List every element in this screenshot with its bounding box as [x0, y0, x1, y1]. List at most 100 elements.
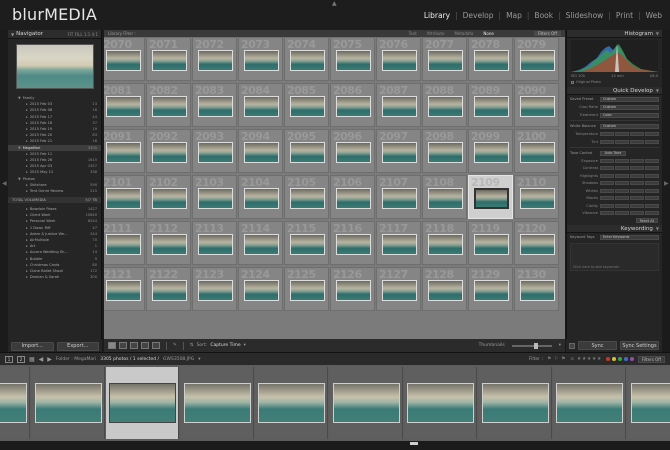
grid-cell[interactable]: 2123 — [192, 267, 237, 311]
grid-cell[interactable]: 2101 — [104, 175, 145, 219]
navigator-zoom-options[interactable]: FIT FILL 1:1 4:1 — [67, 32, 98, 37]
photo-thumbnail[interactable] — [520, 188, 555, 209]
grid-cell-selected[interactable]: 2109 — [468, 175, 513, 219]
keywording-header[interactable]: Keywording ▼ — [567, 225, 662, 233]
module-web[interactable]: Web — [646, 11, 662, 20]
color-label-yellow-icon[interactable] — [611, 357, 616, 361]
grid-cell[interactable]: 2072 — [192, 37, 237, 81]
rating-filter-stars[interactable]: ≥ ★★★★★ — [570, 356, 602, 362]
white-balance-select[interactable]: Custom — [600, 123, 659, 129]
filmstrip-thumbnail[interactable] — [183, 383, 251, 423]
grid-icon[interactable]: ▦ — [29, 356, 35, 363]
filmstrip-cell[interactable] — [31, 367, 105, 439]
grid-cell[interactable]: 2083 — [192, 83, 237, 127]
photo-thumbnail[interactable] — [152, 234, 187, 255]
photo-thumbnail[interactable] — [198, 96, 233, 117]
photo-thumbnail[interactable] — [336, 50, 371, 71]
back-arrow-icon[interactable]: ◀ — [39, 356, 44, 363]
grid-cell[interactable]: 2129 — [468, 267, 513, 311]
filter-tab-attribute[interactable]: Attribute — [427, 31, 445, 36]
photo-thumbnail[interactable] — [244, 188, 279, 209]
sync-settings-button[interactable]: Sync Settings — [620, 341, 659, 350]
photo-thumbnail[interactable] — [152, 142, 187, 163]
photo-thumbnail[interactable] — [290, 188, 325, 209]
filmstrip-cell[interactable] — [255, 367, 328, 439]
filmstrip-cell[interactable] — [478, 367, 552, 439]
top-panel-toggle-icon[interactable]: ▲ — [332, 0, 337, 7]
tone-stepper-buttons[interactable] — [600, 196, 659, 201]
filmstrip-thumbnail[interactable] — [407, 383, 474, 423]
photo-thumbnail[interactable] — [382, 50, 417, 71]
grid-cell[interactable]: 2127 — [376, 267, 421, 311]
filter-tab-text[interactable]: Text — [409, 31, 417, 36]
folder-item[interactable]: ▸ Damian & Sarah 300 — [8, 274, 101, 280]
photo-thumbnail[interactable] — [336, 280, 371, 301]
grid-cell[interactable]: 2085 — [284, 83, 329, 127]
auto-tone-button[interactable]: Auto Tone — [600, 150, 626, 156]
color-label-green-icon[interactable] — [617, 357, 622, 361]
disclosure-triangle-icon[interactable]: ▸ — [26, 238, 28, 242]
grid-cell[interactable]: 2105 — [284, 175, 329, 219]
filmstrip-thumbnail[interactable] — [630, 383, 670, 423]
filmstrip-thumbnail[interactable] — [556, 383, 623, 423]
photo-thumbnail[interactable] — [198, 234, 233, 255]
tone-stepper-buttons[interactable] — [600, 181, 659, 186]
filter-tab-metadata[interactable]: Metadata — [454, 31, 473, 36]
disclosure-triangle-icon[interactable]: ▸ — [26, 269, 28, 273]
grid-cell[interactable]: 2107 — [376, 175, 421, 219]
grid-cell[interactable]: 2124 — [238, 267, 283, 311]
photo-thumbnail[interactable] — [520, 50, 555, 71]
slider-knob[interactable] — [533, 342, 538, 349]
grid-cell[interactable]: 2087 — [376, 83, 421, 127]
filmstrip-thumbnail[interactable] — [34, 383, 102, 423]
bottom-panel-toggle[interactable] — [0, 441, 670, 450]
grid-cell[interactable]: 2076 — [376, 37, 421, 81]
reset-all-button[interactable]: Reset All — [636, 218, 658, 223]
grid-cell[interactable]: 2118 — [422, 221, 467, 265]
temperature-steppers[interactable] — [600, 132, 659, 136]
grid-cell[interactable]: 2082 — [146, 83, 191, 127]
treatment-select[interactable]: Color — [600, 112, 659, 118]
grid-cell[interactable]: 2125 — [284, 267, 329, 311]
grid-cell[interactable]: 2094 — [238, 129, 283, 173]
module-slideshow[interactable]: Slideshow — [566, 11, 604, 20]
filmstrip-cell[interactable] — [553, 367, 626, 439]
photo-thumbnail[interactable] — [290, 234, 325, 255]
grid-cell[interactable]: 2073 — [238, 37, 283, 81]
grid-cell[interactable]: 2071 — [146, 37, 191, 81]
tone-stepper-buttons[interactable] — [600, 203, 659, 208]
photo-thumbnail[interactable] — [244, 96, 279, 117]
grid-cell[interactable]: 2117 — [376, 221, 421, 265]
grid-cell[interactable]: 2089 — [468, 83, 513, 127]
flag-filter-icons[interactable]: ⚑ ⚐ ⚑ — [547, 356, 566, 362]
grid-cell[interactable]: 2084 — [238, 83, 283, 127]
page-two-button[interactable]: 2 — [17, 355, 25, 363]
grid-cell[interactable]: 2104 — [238, 175, 283, 219]
grid-cell[interactable]: 2108 — [422, 175, 467, 219]
disclosure-triangle-icon[interactable]: ▸ — [26, 164, 28, 168]
folder-item[interactable]: ▸ Tent Genre Review 215 — [8, 188, 101, 194]
photo-thumbnail[interactable] — [290, 142, 325, 163]
photo-thumbnail[interactable] — [520, 280, 555, 301]
grid-cell[interactable]: 2077 — [422, 37, 467, 81]
grid-cell[interactable]: 2092 — [146, 129, 191, 173]
disclosure-triangle-icon[interactable]: ▸ — [26, 115, 28, 119]
photo-thumbnail[interactable] — [336, 142, 371, 163]
page-one-button[interactable]: 1 — [5, 355, 13, 363]
file-dropdown-icon[interactable]: ▾ — [198, 357, 200, 362]
loupe-view-icon[interactable] — [119, 342, 127, 349]
photo-thumbnail[interactable] — [244, 142, 279, 163]
disclosure-triangle-icon[interactable]: ▼ — [18, 96, 21, 100]
disclosure-triangle-icon[interactable]: ▼ — [18, 177, 21, 181]
photo-thumbnail[interactable] — [152, 50, 187, 71]
grid-cell[interactable]: 2093 — [192, 129, 237, 173]
grid-cell[interactable]: 2091 — [104, 129, 145, 173]
photo-thumbnail[interactable] — [106, 50, 141, 71]
disclosure-triangle-icon[interactable]: ▸ — [26, 121, 28, 125]
photo-thumbnail[interactable] — [198, 188, 233, 209]
disclosure-triangle-icon[interactable]: ▸ — [26, 257, 28, 261]
photo-thumbnail[interactable] — [106, 142, 141, 163]
photo-thumbnail[interactable] — [106, 280, 141, 301]
disclosure-triangle-icon[interactable]: ▸ — [26, 170, 28, 174]
quick-develop-header[interactable]: Quick Develop ▼ — [567, 87, 662, 95]
